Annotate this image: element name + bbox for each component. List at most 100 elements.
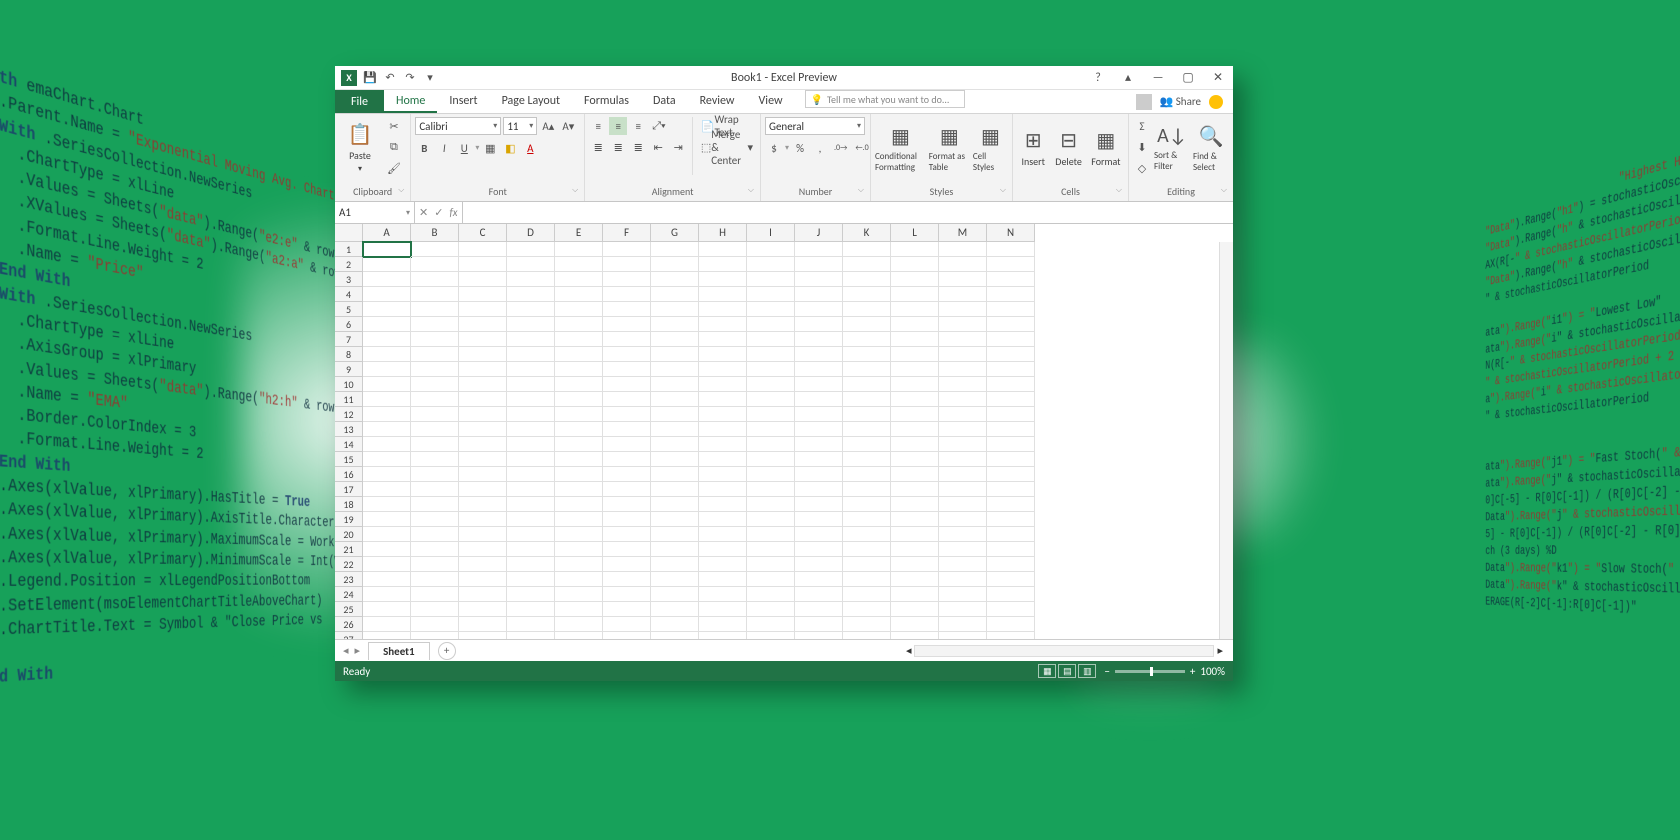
cell[interactable] bbox=[699, 602, 747, 617]
cell[interactable] bbox=[603, 272, 651, 287]
cell[interactable] bbox=[795, 497, 843, 512]
cell[interactable] bbox=[363, 617, 411, 632]
cell[interactable] bbox=[651, 437, 699, 452]
autosum-button[interactable]: Σ bbox=[1133, 117, 1151, 135]
cell[interactable] bbox=[603, 572, 651, 587]
cell[interactable] bbox=[363, 557, 411, 572]
cell[interactable] bbox=[987, 242, 1035, 257]
cell[interactable] bbox=[891, 272, 939, 287]
cell[interactable] bbox=[411, 542, 459, 557]
cell[interactable] bbox=[603, 602, 651, 617]
cell[interactable] bbox=[651, 572, 699, 587]
number-format-combo[interactable]: General▾ bbox=[765, 117, 865, 135]
view-page-break-button[interactable]: ▥ bbox=[1078, 664, 1096, 678]
cell[interactable] bbox=[987, 272, 1035, 287]
cell[interactable] bbox=[603, 422, 651, 437]
column-header[interactable]: L bbox=[891, 224, 939, 242]
cell[interactable] bbox=[939, 242, 987, 257]
bold-button[interactable]: B bbox=[415, 139, 433, 157]
align-bottom-button[interactable]: ≡ bbox=[629, 117, 647, 135]
cell[interactable] bbox=[747, 512, 795, 527]
cell[interactable] bbox=[891, 602, 939, 617]
view-normal-button[interactable]: ▦ bbox=[1038, 664, 1056, 678]
cell[interactable] bbox=[507, 332, 555, 347]
cell[interactable] bbox=[699, 632, 747, 639]
cell[interactable] bbox=[411, 572, 459, 587]
cell[interactable] bbox=[891, 392, 939, 407]
fx-icon[interactable]: fx bbox=[449, 206, 457, 219]
cell[interactable] bbox=[939, 437, 987, 452]
cell[interactable] bbox=[459, 377, 507, 392]
cell[interactable] bbox=[603, 257, 651, 272]
cell[interactable] bbox=[555, 302, 603, 317]
merge-center-button[interactable]: ⬚ Merge & Center ▾ bbox=[698, 138, 756, 156]
cell[interactable] bbox=[363, 347, 411, 362]
cell[interactable] bbox=[795, 392, 843, 407]
cell[interactable] bbox=[507, 302, 555, 317]
minimize-button[interactable]: — bbox=[1143, 67, 1173, 89]
cell[interactable] bbox=[795, 482, 843, 497]
cell[interactable] bbox=[795, 542, 843, 557]
cell[interactable] bbox=[891, 257, 939, 272]
tell-me-search[interactable]: 💡 Tell me what you want to do... bbox=[805, 90, 965, 108]
column-header[interactable]: F bbox=[603, 224, 651, 242]
cell[interactable] bbox=[987, 422, 1035, 437]
cell[interactable] bbox=[747, 422, 795, 437]
row-header[interactable]: 11 bbox=[335, 392, 363, 407]
row-header[interactable]: 5 bbox=[335, 302, 363, 317]
sheet-nav-next-icon[interactable]: ▸ bbox=[355, 644, 361, 657]
hscroll-right-icon[interactable]: ▸ bbox=[1217, 644, 1223, 657]
cell[interactable] bbox=[699, 512, 747, 527]
cell[interactable] bbox=[507, 272, 555, 287]
cell[interactable] bbox=[843, 632, 891, 639]
cell[interactable] bbox=[891, 617, 939, 632]
maximize-button[interactable]: ▢ bbox=[1173, 67, 1203, 89]
cell[interactable] bbox=[795, 332, 843, 347]
cell[interactable] bbox=[555, 332, 603, 347]
cell[interactable] bbox=[891, 632, 939, 639]
cell[interactable] bbox=[747, 362, 795, 377]
cell[interactable] bbox=[843, 482, 891, 497]
cell[interactable] bbox=[459, 587, 507, 602]
hscroll-left-icon[interactable]: ◂ bbox=[906, 644, 912, 657]
cell[interactable] bbox=[363, 452, 411, 467]
cut-button[interactable]: ✂ bbox=[384, 117, 404, 135]
cell[interactable] bbox=[987, 572, 1035, 587]
cell[interactable] bbox=[411, 377, 459, 392]
cell[interactable] bbox=[651, 347, 699, 362]
cell[interactable] bbox=[843, 242, 891, 257]
cell[interactable] bbox=[747, 452, 795, 467]
cell[interactable] bbox=[411, 287, 459, 302]
cell[interactable] bbox=[843, 257, 891, 272]
cell[interactable] bbox=[411, 317, 459, 332]
cell[interactable] bbox=[603, 242, 651, 257]
row-header[interactable]: 15 bbox=[335, 452, 363, 467]
tab-data[interactable]: Data bbox=[641, 90, 688, 113]
cell[interactable] bbox=[363, 377, 411, 392]
cell[interactable] bbox=[987, 362, 1035, 377]
font-color-button[interactable]: A bbox=[521, 139, 539, 157]
cell[interactable] bbox=[891, 242, 939, 257]
cell[interactable] bbox=[411, 407, 459, 422]
row-header[interactable]: 17 bbox=[335, 482, 363, 497]
cell[interactable] bbox=[699, 377, 747, 392]
cell[interactable] bbox=[411, 302, 459, 317]
cell[interactable] bbox=[411, 587, 459, 602]
tab-home[interactable]: Home bbox=[384, 90, 437, 113]
cell[interactable] bbox=[795, 437, 843, 452]
cell[interactable] bbox=[939, 392, 987, 407]
insert-cells-button[interactable]: ⊞Insert bbox=[1017, 117, 1049, 179]
cell[interactable] bbox=[507, 617, 555, 632]
cell[interactable] bbox=[843, 362, 891, 377]
cell[interactable] bbox=[603, 587, 651, 602]
cell[interactable] bbox=[699, 482, 747, 497]
cell[interactable] bbox=[939, 467, 987, 482]
cell[interactable] bbox=[891, 437, 939, 452]
row-header[interactable]: 21 bbox=[335, 542, 363, 557]
cell[interactable] bbox=[459, 362, 507, 377]
cell[interactable] bbox=[747, 557, 795, 572]
cell[interactable] bbox=[795, 572, 843, 587]
cell[interactable] bbox=[411, 497, 459, 512]
cell[interactable] bbox=[363, 572, 411, 587]
cell[interactable] bbox=[747, 527, 795, 542]
